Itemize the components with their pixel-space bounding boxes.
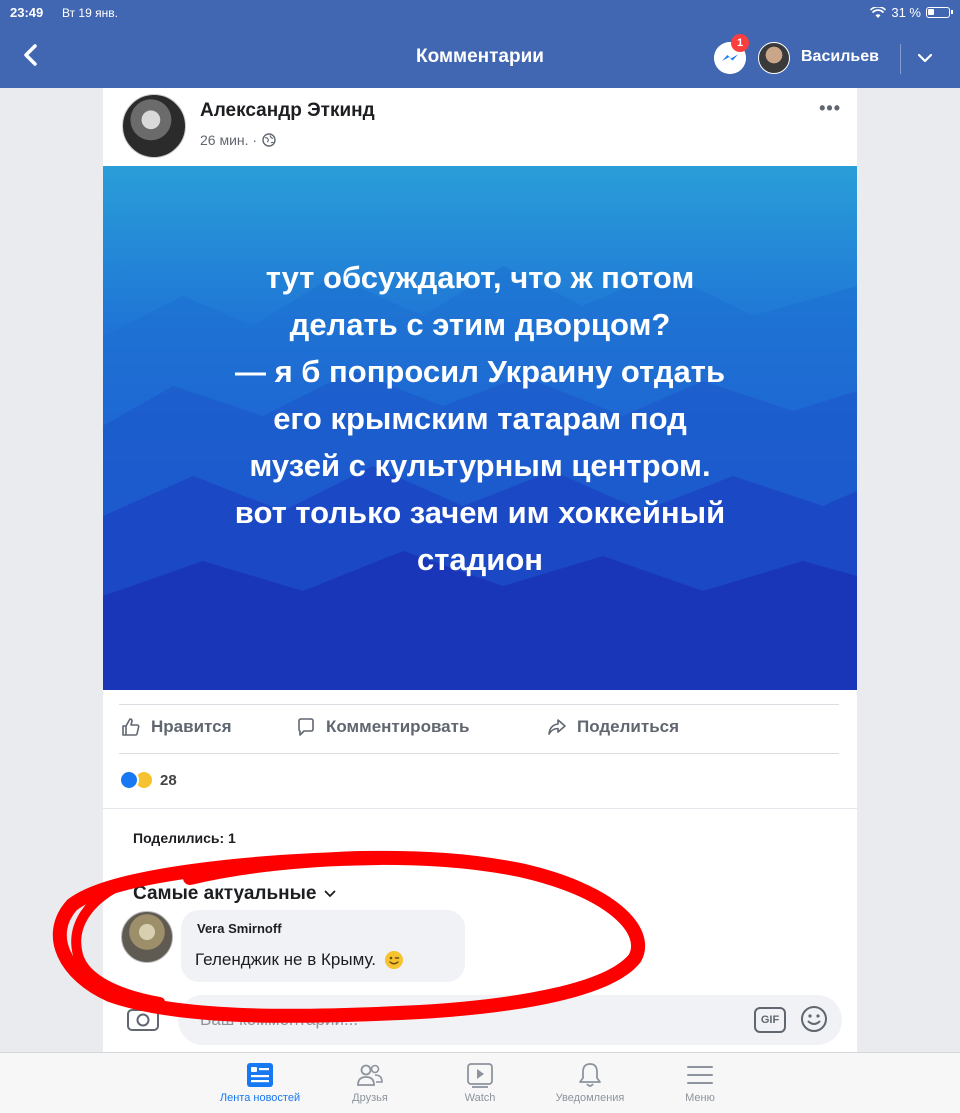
nav-divider (900, 44, 901, 74)
more-options-icon[interactable]: ••• (819, 98, 841, 119)
sort-label: Самые актуальные (133, 883, 317, 904)
post-card: Александр Эткинд 26 мин. · ••• тут обсуж… (103, 88, 857, 1052)
news-feed-icon (247, 1063, 273, 1087)
camera-icon[interactable] (125, 1003, 161, 1033)
divider (103, 808, 857, 809)
top-bar: 23:49 Вт 19 янв. 31 % Комментарии 1 Васи… (0, 0, 960, 88)
shares-count[interactable]: Поделились: 1 (133, 830, 236, 846)
battery-percent: 31 % (891, 5, 921, 20)
comment-bubble: Vera Smirnoff Геленджик не в Крыму. (181, 910, 465, 982)
wifi-icon (870, 6, 887, 18)
bottom-tab-bar: Лента новостей Друзья Watch Уведомления … (0, 1052, 960, 1113)
commenter-avatar[interactable] (121, 911, 173, 963)
author-avatar[interactable] (122, 94, 186, 158)
comment-button[interactable]: Комментировать (295, 716, 469, 738)
messenger-badge: 1 (731, 34, 749, 52)
user-avatar[interactable] (758, 42, 790, 74)
comment-label: Комментировать (326, 717, 470, 736)
tab-notifications[interactable]: Уведомления (530, 1061, 650, 1104)
user-name[interactable]: Васильев (801, 48, 879, 66)
status-time: 23:49 (10, 5, 44, 20)
emoji-icon[interactable] (800, 1005, 828, 1033)
thumbs-up-icon (122, 718, 140, 736)
bell-icon (579, 1063, 601, 1087)
comment-input[interactable]: Ваш комментарий... GIF (178, 995, 842, 1045)
tab-label: Лента новостей (219, 1092, 301, 1104)
divider (119, 753, 839, 754)
chevron-down-icon (325, 890, 336, 898)
tab-news-feed[interactable]: Лента новостей (200, 1061, 320, 1104)
share-label: Поделиться (577, 717, 680, 736)
like-reaction-icon (119, 770, 139, 790)
tab-label: Меню (685, 1092, 715, 1104)
comment-icon (298, 718, 314, 736)
share-button[interactable]: Поделиться (546, 716, 679, 738)
tab-label: Друзья (352, 1092, 388, 1104)
status-bar: 23:49 Вт 19 янв. 31 % (0, 3, 960, 23)
like-label: Нравится (151, 717, 232, 736)
globe-icon (262, 133, 276, 147)
tab-label: Уведомления (555, 1092, 625, 1104)
comment-text: Геленджик не в Крыму. (195, 950, 404, 970)
wink-emoji-icon (384, 951, 403, 969)
friends-icon (357, 1064, 383, 1086)
watch-icon (467, 1063, 493, 1088)
gif-button[interactable]: GIF (754, 1007, 786, 1033)
tab-label: Watch (464, 1092, 496, 1104)
commenter-name[interactable]: Vera Smirnoff (197, 921, 282, 936)
image-caption: тут обсуждают, что ж потом делать с этим… (234, 260, 726, 577)
reactions-summary[interactable]: 28 (119, 770, 177, 790)
nav-bar: Комментарии 1 Васильев (0, 26, 960, 88)
author-name[interactable]: Александр Эткинд (200, 100, 375, 122)
status-right: 31 % (870, 5, 953, 20)
status-date: Вт 19 янв. (62, 6, 118, 20)
post-meta: 26 мин. · (200, 132, 276, 148)
menu-icon (687, 1066, 713, 1084)
post-image[interactable]: тут обсуждают, что ж потом делать с этим… (103, 166, 857, 690)
comment-body: Геленджик не в Крыму. (195, 950, 376, 969)
reaction-count: 28 (160, 771, 177, 789)
tab-watch[interactable]: Watch (420, 1061, 540, 1104)
comment-placeholder: Ваш комментарий... (200, 1010, 359, 1029)
like-button[interactable]: Нравится (120, 716, 232, 738)
tab-friends[interactable]: Друзья (310, 1061, 430, 1104)
divider (119, 704, 839, 705)
post-time[interactable]: 26 мин. · (200, 132, 257, 148)
comment-sort-dropdown[interactable]: Самые актуальные (133, 883, 336, 905)
chevron-down-icon[interactable] (915, 48, 935, 68)
tab-menu[interactable]: Меню (640, 1061, 760, 1104)
battery-icon (926, 7, 953, 18)
share-icon (548, 719, 566, 735)
